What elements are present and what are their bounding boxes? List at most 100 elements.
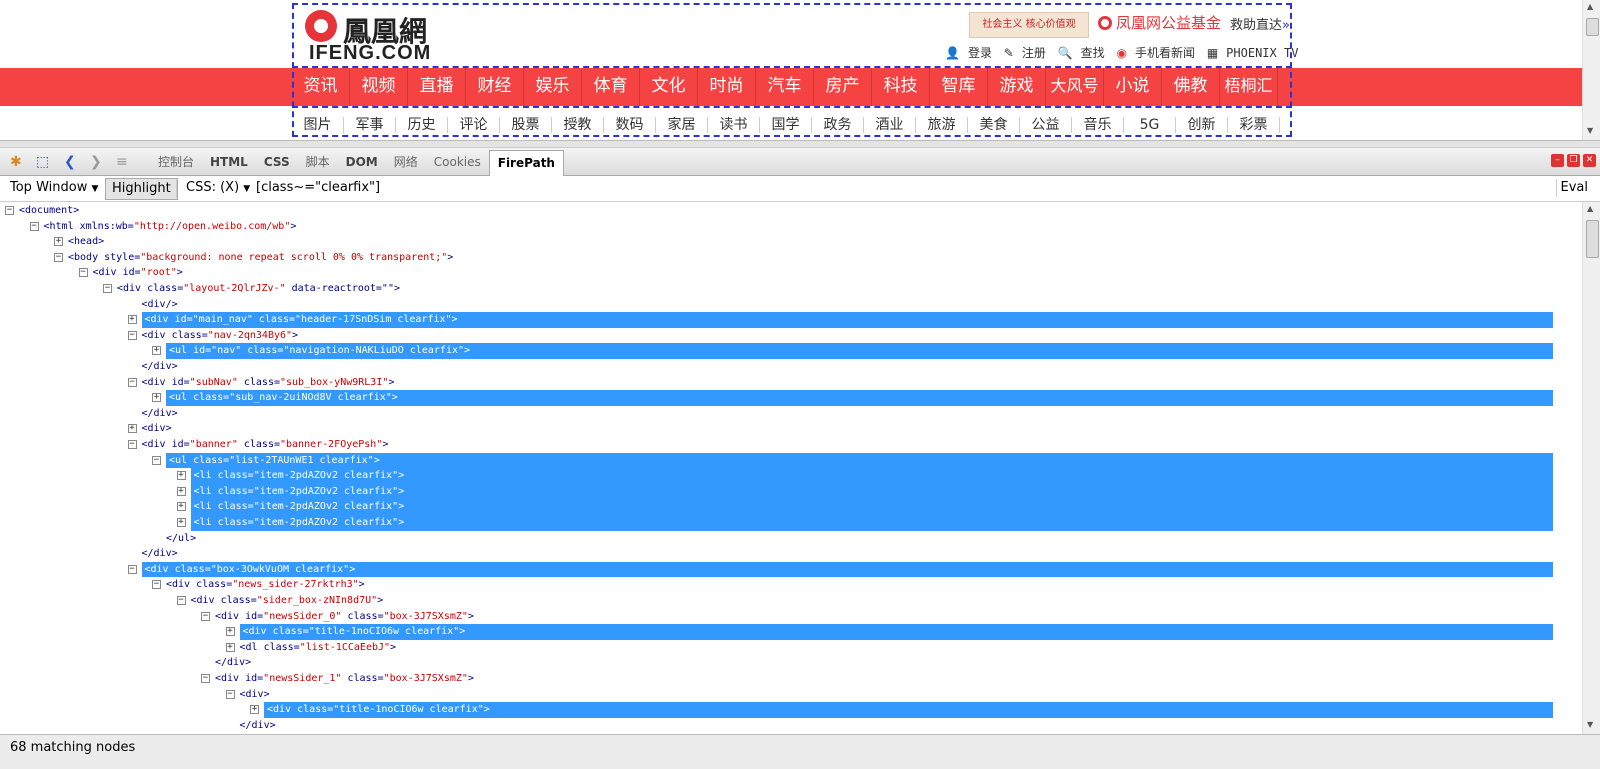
main-nav-item[interactable]: 小说 xyxy=(1104,68,1162,106)
collapse-icon[interactable]: − xyxy=(201,674,210,683)
main-nav-item[interactable]: 财经 xyxy=(466,68,524,106)
search-link[interactable]: 查找 xyxy=(1081,46,1105,60)
page-scrollbar[interactable]: ▲ ▼ xyxy=(1582,0,1600,140)
page-scroll-thumb[interactable] xyxy=(1586,18,1599,36)
sub-nav-item[interactable]: 国学 xyxy=(760,117,812,133)
tab-3[interactable]: CSS xyxy=(256,148,298,176)
sub-nav-item[interactable]: 酒业 xyxy=(864,117,916,133)
detach-icon[interactable]: ❐ xyxy=(1567,154,1580,167)
expand-icon[interactable]: + xyxy=(127,424,137,434)
sub-nav-item[interactable]: 评论 xyxy=(448,117,500,133)
collapse-icon[interactable]: − xyxy=(127,377,137,387)
minimize-icon[interactable]: – xyxy=(1551,154,1564,167)
expand-icon[interactable]: + xyxy=(54,237,63,247)
expand-icon[interactable]: + xyxy=(250,705,259,715)
tab-7[interactable]: Cookies xyxy=(426,148,489,176)
forward-arrow-icon[interactable]: ❯ xyxy=(90,154,102,170)
expand-icon[interactable]: + xyxy=(225,627,235,637)
outline-list-icon[interactable]: ≡ xyxy=(116,154,128,170)
tree-scrollbar[interactable]: ▲ ▼ xyxy=(1582,202,1600,734)
collapse-icon[interactable]: − xyxy=(152,580,161,590)
sub-nav-item[interactable]: 数码 xyxy=(604,117,656,133)
main-nav-item[interactable]: 体育 xyxy=(582,68,640,106)
sub-nav-item[interactable]: 股票 xyxy=(500,117,552,133)
charity-fund-link[interactable]: 凤凰网公益基金 xyxy=(1098,12,1221,33)
main-nav-item[interactable]: 直播 xyxy=(408,68,466,106)
collapse-icon[interactable]: − xyxy=(176,596,186,605)
collapse-icon[interactable]: − xyxy=(201,611,210,621)
expand-icon[interactable]: + xyxy=(176,486,186,496)
scroll-up-icon[interactable]: ▲ xyxy=(1587,2,1593,11)
sub-nav-item[interactable]: 公益 xyxy=(1020,117,1072,133)
core-values-banner[interactable]: 社会主义 核心价值观 xyxy=(969,12,1089,38)
collapse-icon[interactable]: − xyxy=(78,268,88,278)
sub-nav-item[interactable]: 旅游 xyxy=(916,117,968,133)
main-nav-item[interactable]: 娱乐 xyxy=(524,68,582,106)
main-nav-item[interactable]: 智库 xyxy=(930,68,988,106)
firebug-splitter[interactable] xyxy=(0,140,1600,148)
collapse-icon[interactable]: − xyxy=(152,455,161,465)
collapse-icon[interactable]: − xyxy=(29,221,39,231)
main-nav-item[interactable]: 文化 xyxy=(640,68,698,106)
expand-icon[interactable]: + xyxy=(176,471,186,481)
back-arrow-icon[interactable]: ❮ xyxy=(64,154,76,170)
collapse-icon[interactable]: − xyxy=(127,330,137,340)
tab-2[interactable]: HTML xyxy=(202,148,256,176)
inspect-element-icon[interactable]: ⬚ xyxy=(36,154,49,170)
mobile-news-link[interactable]: 手机看新闻 xyxy=(1135,46,1195,60)
rescue-link[interactable]: 救助直达» xyxy=(1230,14,1290,33)
scroll-up-icon[interactable]: ▲ xyxy=(1587,204,1593,213)
sub-nav-item[interactable]: 授教 xyxy=(552,117,604,133)
sub-nav-item[interactable]: 彩票 xyxy=(1228,117,1280,133)
scroll-down-icon[interactable]: ▼ xyxy=(1587,126,1593,135)
main-nav-item[interactable]: 梧桐汇 xyxy=(1220,68,1278,106)
tab-6[interactable]: 网络 xyxy=(386,148,426,176)
expand-icon[interactable]: + xyxy=(152,393,161,403)
sub-nav-item[interactable]: 家居 xyxy=(656,117,708,133)
register-link[interactable]: 注册 xyxy=(1022,46,1046,60)
expand-icon[interactable]: + xyxy=(176,518,186,527)
main-nav-item[interactable]: 房产 xyxy=(814,68,872,106)
selector-type-select[interactable]: CSS: (X) ▼ xyxy=(186,180,250,195)
main-nav-item[interactable]: 视频 xyxy=(350,68,408,106)
tab-1[interactable]: 控制台 xyxy=(150,148,202,176)
sub-nav-item[interactable]: 美食 xyxy=(968,117,1020,133)
collapse-icon[interactable]: − xyxy=(5,206,14,215)
window-select[interactable]: Top Window ▼ xyxy=(10,180,98,195)
sub-nav-item[interactable]: 5G xyxy=(1124,117,1176,133)
phoenix-tv-link[interactable]: PHOENIX TV xyxy=(1226,46,1298,60)
tree-scroll-thumb[interactable] xyxy=(1586,220,1599,258)
close-icon[interactable]: ✕ xyxy=(1583,154,1596,167)
tab-5[interactable]: DOM xyxy=(338,148,386,176)
eval-button[interactable]: Eval xyxy=(1561,180,1589,195)
main-nav-item[interactable]: 时尚 xyxy=(698,68,756,106)
login-link[interactable]: 登录 xyxy=(968,46,992,60)
collapse-icon[interactable]: − xyxy=(225,689,235,699)
expand-icon[interactable]: + xyxy=(152,346,161,356)
collapse-icon[interactable]: − xyxy=(54,252,63,262)
collapse-icon[interactable]: − xyxy=(127,564,137,574)
tab-8[interactable]: FirePath xyxy=(488,150,564,176)
expand-icon[interactable]: + xyxy=(176,502,186,512)
sub-nav-item[interactable]: 政务 xyxy=(812,117,864,133)
tab-4[interactable]: 脚本 xyxy=(298,148,338,176)
main-nav-item[interactable]: 大风号 xyxy=(1046,68,1104,106)
sub-nav-item[interactable]: 军事 xyxy=(344,117,396,133)
scroll-down-icon[interactable]: ▼ xyxy=(1587,720,1593,729)
sub-nav-item[interactable]: 读书 xyxy=(708,117,760,133)
sub-nav-item[interactable]: 音乐 xyxy=(1072,117,1124,133)
firebug-bug-icon[interactable]: ✱ xyxy=(10,154,22,170)
collapse-icon[interactable]: − xyxy=(127,440,137,449)
expand-icon[interactable]: + xyxy=(127,315,137,325)
sub-nav-item[interactable]: 图片 xyxy=(292,117,344,133)
main-nav-item[interactable]: 汽车 xyxy=(756,68,814,106)
sub-nav-item[interactable]: 创新 xyxy=(1176,117,1228,133)
main-nav-item[interactable]: 资讯 xyxy=(292,68,350,106)
expand-icon[interactable]: + xyxy=(225,642,235,652)
sub-nav-item[interactable]: 历史 xyxy=(396,117,448,133)
main-nav-item[interactable]: 佛教 xyxy=(1162,68,1220,106)
main-nav-item[interactable]: 游戏 xyxy=(988,68,1046,106)
collapse-icon[interactable]: − xyxy=(103,284,112,293)
main-nav-item[interactable]: 科技 xyxy=(872,68,930,106)
selector-input[interactable]: [class~="clearfix"] xyxy=(256,179,1557,197)
